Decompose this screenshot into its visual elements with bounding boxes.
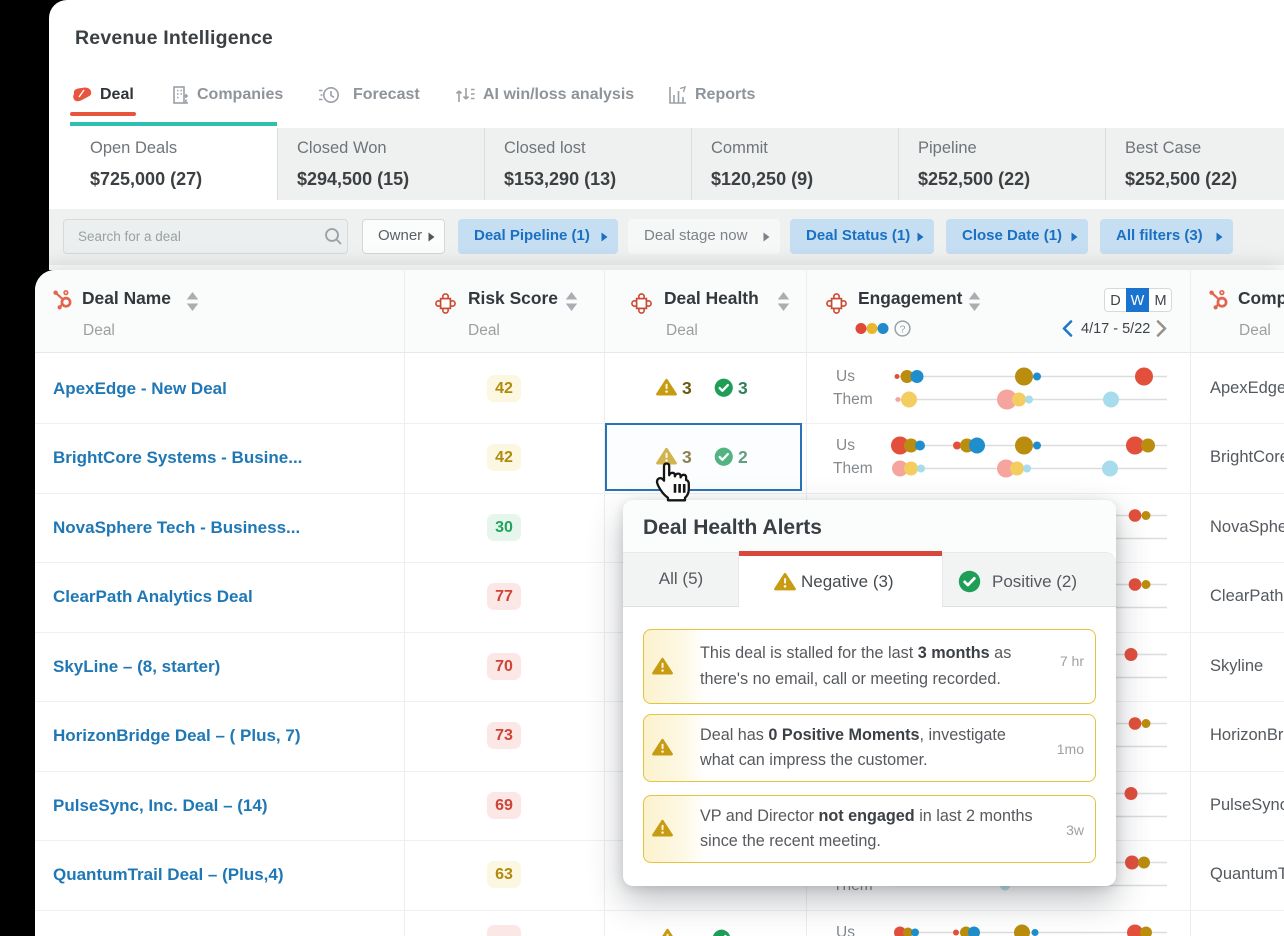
svg-text:?: ?: [900, 323, 906, 335]
